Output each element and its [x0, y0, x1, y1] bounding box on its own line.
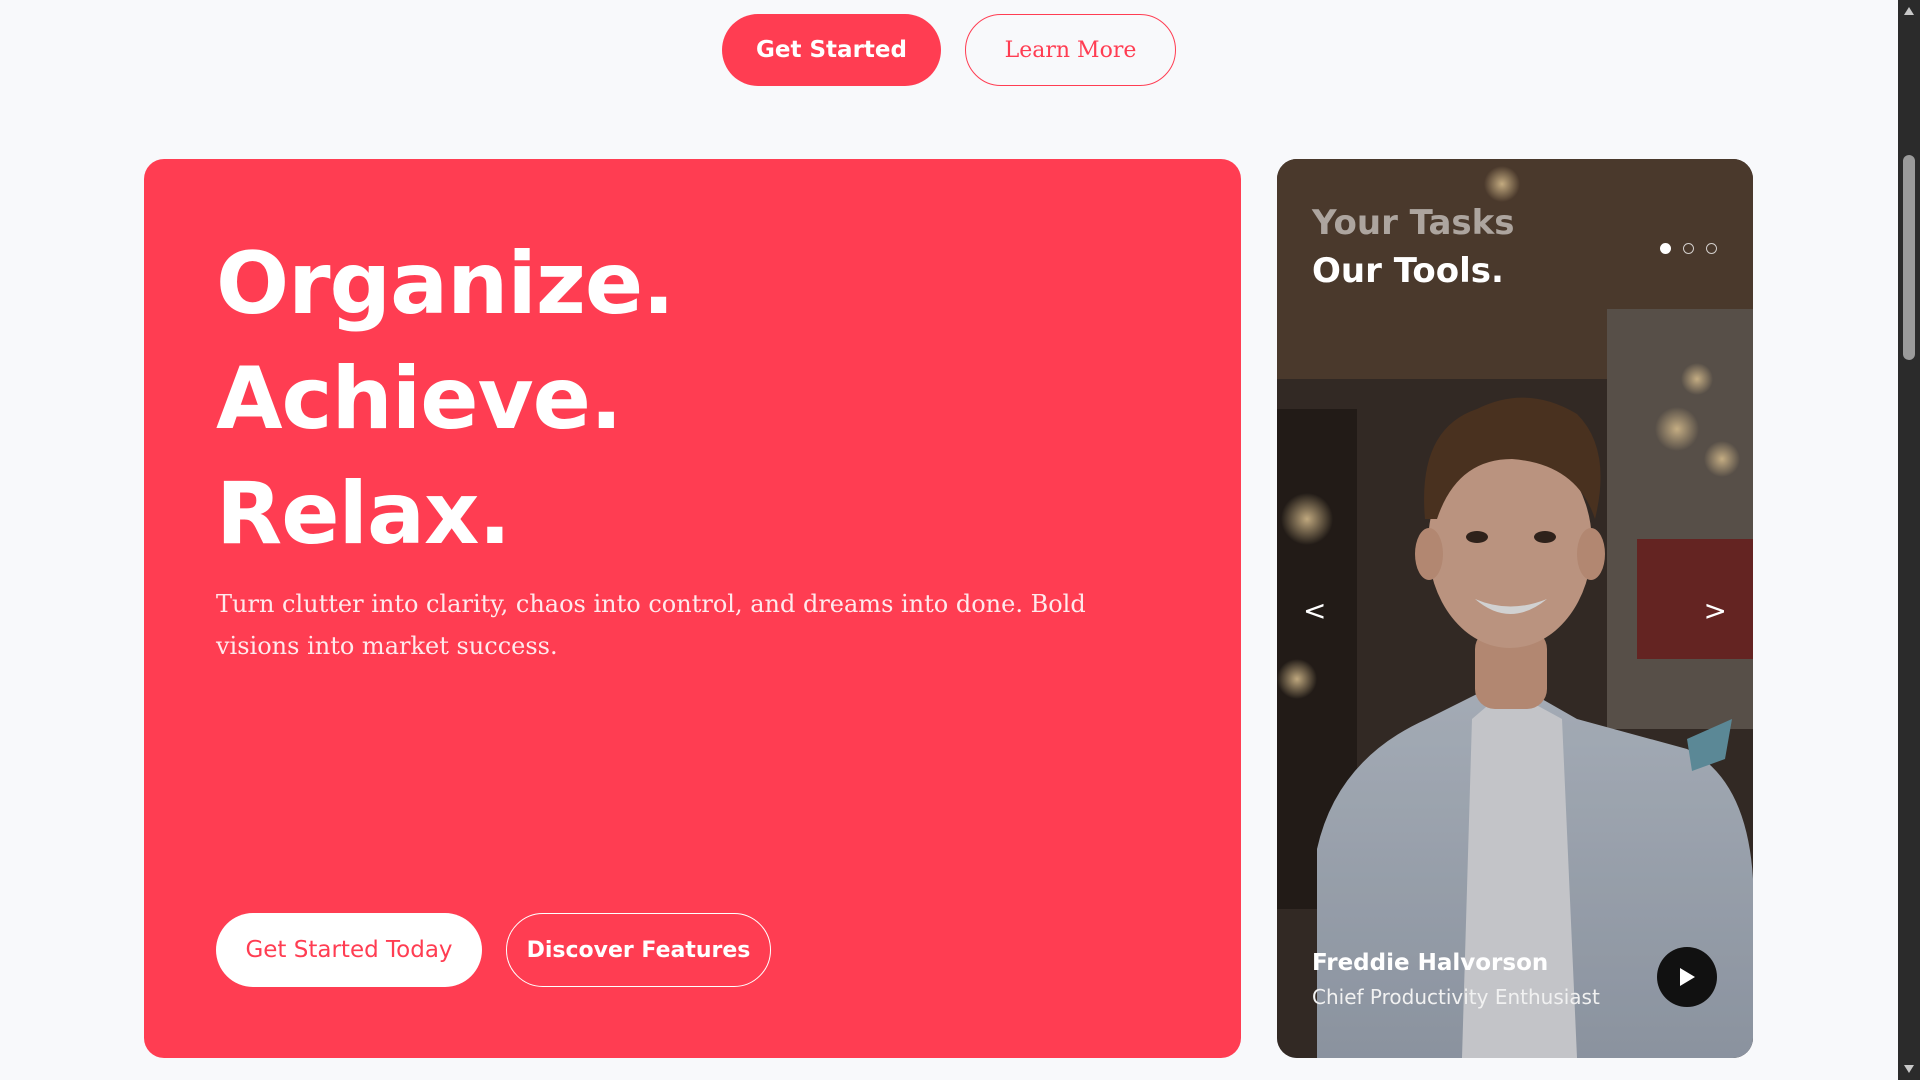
vertical-scrollbar[interactable] [1898, 0, 1920, 1080]
carousel-prev-arrow[interactable]: < [1303, 597, 1326, 625]
hero-button-group: Get Started Today Discover Features [216, 913, 771, 987]
carousel-dots [1660, 243, 1717, 254]
profile-carousel-card: Your Tasks Our Tools. < > Freddie Halvor… [1277, 159, 1753, 1058]
scroll-down-arrow-icon[interactable] [1898, 1060, 1920, 1078]
hero-title-line-achieve: Achieve. [216, 349, 623, 449]
carousel-next-arrow[interactable]: > [1704, 597, 1727, 625]
page: Get Started Learn More Organize. Achieve… [0, 0, 1898, 1080]
learn-more-button[interactable]: Learn More [965, 14, 1176, 86]
scrollbar-thumb[interactable] [1903, 155, 1915, 360]
carousel-dot-1[interactable] [1660, 243, 1671, 254]
card-headline: Your Tasks Our Tools. [1312, 199, 1515, 295]
scroll-up-arrow-icon[interactable] [1898, 2, 1920, 20]
hero-description: Turn clutter into clarity, chaos into co… [216, 590, 1086, 660]
get-started-button[interactable]: Get Started [722, 14, 941, 86]
card-headline-line1: Your Tasks [1312, 203, 1515, 243]
person-name: Freddie Halvorson [1312, 950, 1549, 976]
hero-card: Organize. Achieve. Relax. Turn clutter i… [144, 159, 1241, 1058]
hero-title-line-relax: Relax. [216, 464, 511, 564]
get-started-today-button[interactable]: Get Started Today [216, 913, 482, 987]
hero-title-line-organize: Organize. [216, 234, 675, 334]
card-headline-line2: Our Tools. [1312, 251, 1504, 291]
play-icon [1680, 968, 1695, 986]
person-role: Chief Productivity Enthusiast [1312, 985, 1600, 1009]
discover-features-button[interactable]: Discover Features [506, 913, 771, 987]
carousel-dot-3[interactable] [1706, 243, 1717, 254]
play-button[interactable] [1657, 947, 1717, 1007]
top-button-group: Get Started Learn More [0, 14, 1898, 86]
carousel-dot-2[interactable] [1683, 243, 1694, 254]
hero-title: Organize. Achieve. Relax. [216, 227, 675, 572]
